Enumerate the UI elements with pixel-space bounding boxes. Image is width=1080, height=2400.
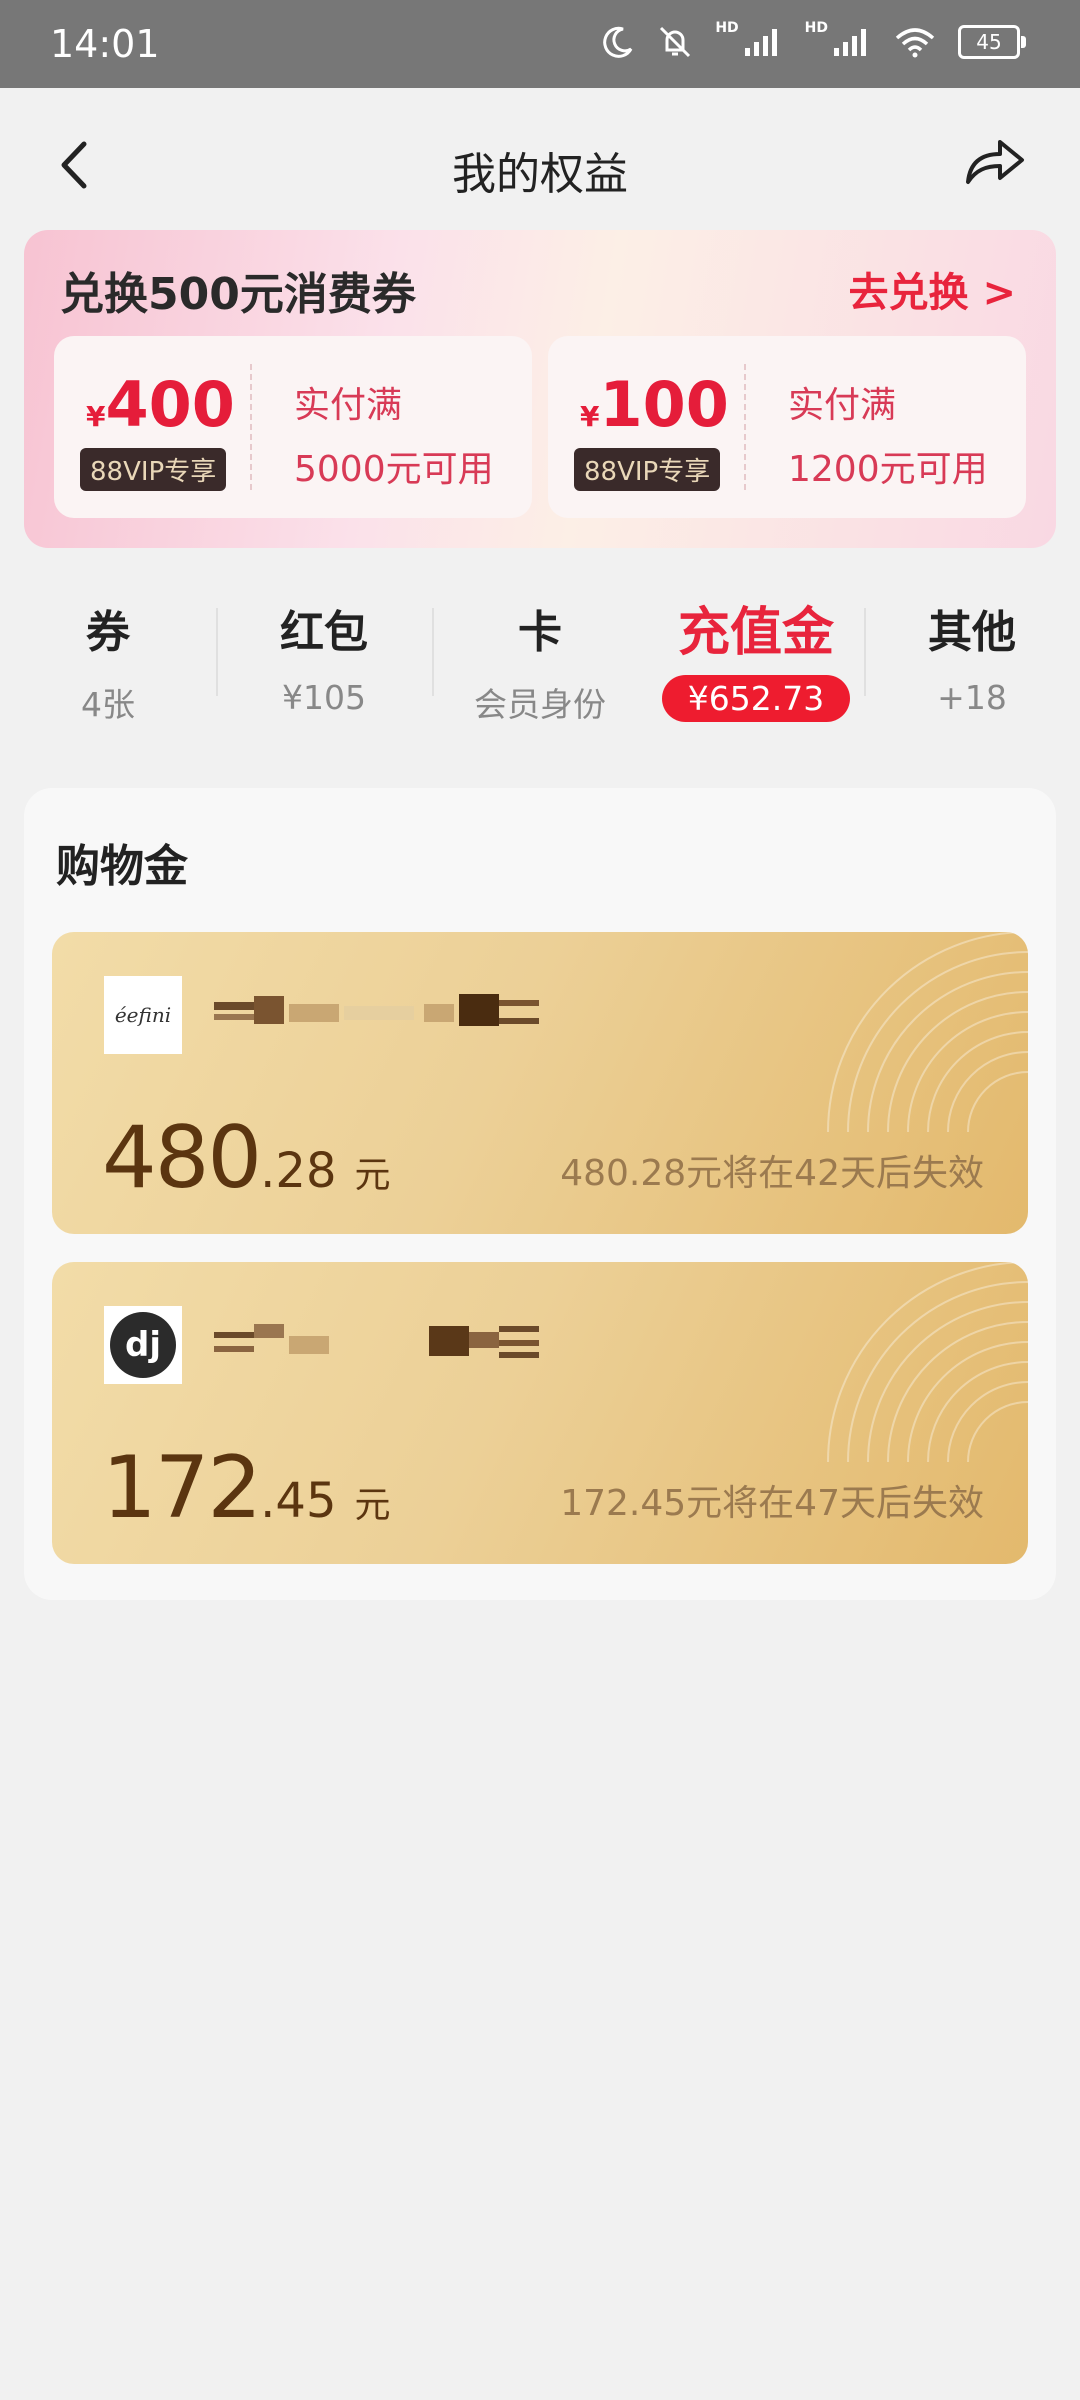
moon-icon — [603, 26, 633, 58]
tab-label: 卡 — [518, 607, 562, 658]
signal-icon-1 — [744, 29, 777, 56]
store-logo: dj — [104, 1306, 182, 1384]
tab-sub: 会员身份 — [474, 685, 606, 724]
tab-sub: ¥105 — [282, 678, 366, 717]
store-name-blurred — [214, 1324, 539, 1358]
tab-recharge-money[interactable]: 充值金 ¥652.73 — [648, 590, 864, 722]
coupon-condition-line1: 实付满 — [294, 385, 403, 426]
store-name-blurred — [214, 994, 539, 1026]
shopping-money-amount: 480.28 元 — [102, 1108, 391, 1208]
shopping-money-amount: 172.45 元 — [102, 1438, 391, 1538]
coupon-divider — [250, 364, 252, 490]
wifi-icon — [895, 28, 935, 58]
coupon-condition-line2: 5000元可用 — [294, 449, 494, 490]
coupon-amount: ¥400 — [86, 368, 235, 441]
battery-icon: 45 — [958, 25, 1026, 59]
expiry-note: 172.45元将在47天后失效 — [560, 1483, 984, 1524]
card-decoration — [827, 932, 1028, 1132]
amount-decimal: .45 — [260, 1473, 337, 1529]
coupon-value: 400 — [105, 368, 235, 441]
tab-label: 其他 — [928, 607, 1016, 658]
hd-label-1: HD — [715, 20, 739, 36]
banner-title: 兑换500元消费券 — [60, 269, 416, 320]
benefit-tabs: 券 4张 红包 ¥105 卡 会员身份 充值金 ¥652.73 其他 +18 — [0, 590, 1080, 730]
amount-integer: 480 — [102, 1108, 262, 1208]
coupon-condition-line1: 实付满 — [788, 385, 897, 426]
status-icons: HD HD 45 — [601, 20, 1026, 60]
tab-label: 券 — [86, 607, 130, 658]
coupon-value: 100 — [599, 368, 729, 441]
vip-badge: 88VIP专享 — [574, 448, 721, 491]
tab-coupons[interactable]: 券 4张 — [0, 590, 216, 726]
svg-text:dj: dj — [125, 1325, 161, 1365]
go-exchange-link[interactable]: 去兑换 > — [849, 260, 1016, 318]
coupon-divider — [744, 364, 746, 490]
amount-decimal: .28 — [260, 1143, 337, 1199]
tab-sub: 4张 — [81, 685, 135, 724]
amount-unit: 元 — [354, 1155, 391, 1196]
coupon-card[interactable]: ¥100 88VIP专享 实付满 1200元可用 — [548, 336, 1026, 518]
store-logo-graphic: dj — [110, 1312, 176, 1378]
mute-bell-icon — [660, 26, 691, 58]
tab-sub: +18 — [937, 678, 1007, 717]
card-decoration — [827, 1262, 1028, 1462]
tab-label: 充值金 — [677, 603, 834, 663]
shopping-money-card[interactable]: dj 172.45 元 172.45元将在47天后失效 — [52, 1262, 1028, 1564]
signal-icon-2 — [834, 29, 866, 56]
coupon-amount: ¥100 — [580, 368, 729, 441]
page-title: 我的权益 — [452, 149, 628, 200]
status-bar: 14:01 HD HD 45 — [0, 0, 1080, 88]
shopping-money-panel: 购物金 éefini 480.28 元 480.28元将在42天后失效 dj 1… — [24, 788, 1056, 1600]
tab-label: 红包 — [280, 607, 368, 658]
shopping-money-card[interactable]: éefini 480.28 元 480.28元将在42天后失效 — [52, 932, 1028, 1234]
tab-sub-badge: ¥652.73 — [661, 675, 851, 722]
page-header: 我的权益 — [0, 100, 1080, 230]
store-logo: éefini — [104, 976, 182, 1054]
coupon-card[interactable]: ¥400 88VIP专享 实付满 5000元可用 — [54, 336, 532, 518]
yen-symbol: ¥ — [580, 400, 600, 433]
vip-badge: 88VIP专享 — [80, 448, 227, 491]
tab-cards[interactable]: 卡 会员身份 — [432, 590, 648, 726]
expiry-note: 480.28元将在42天后失效 — [560, 1153, 984, 1194]
coupon-condition-line2: 1200元可用 — [788, 449, 988, 490]
share-icon[interactable] — [962, 132, 1028, 192]
exchange-voucher-banner[interactable]: 兑换500元消费券 去兑换 > ¥400 88VIP专享 实付满 5000元可用… — [24, 230, 1056, 548]
tab-others[interactable]: 其他 +18 — [864, 590, 1080, 717]
tab-red-packets[interactable]: 红包 ¥105 — [216, 590, 432, 717]
hd-label-2: HD — [804, 20, 828, 36]
amount-integer: 172 — [102, 1438, 262, 1538]
yen-symbol: ¥ — [86, 400, 106, 433]
status-time: 14:01 — [50, 22, 160, 66]
amount-unit: 元 — [354, 1485, 391, 1526]
section-title: 购物金 — [56, 841, 188, 892]
